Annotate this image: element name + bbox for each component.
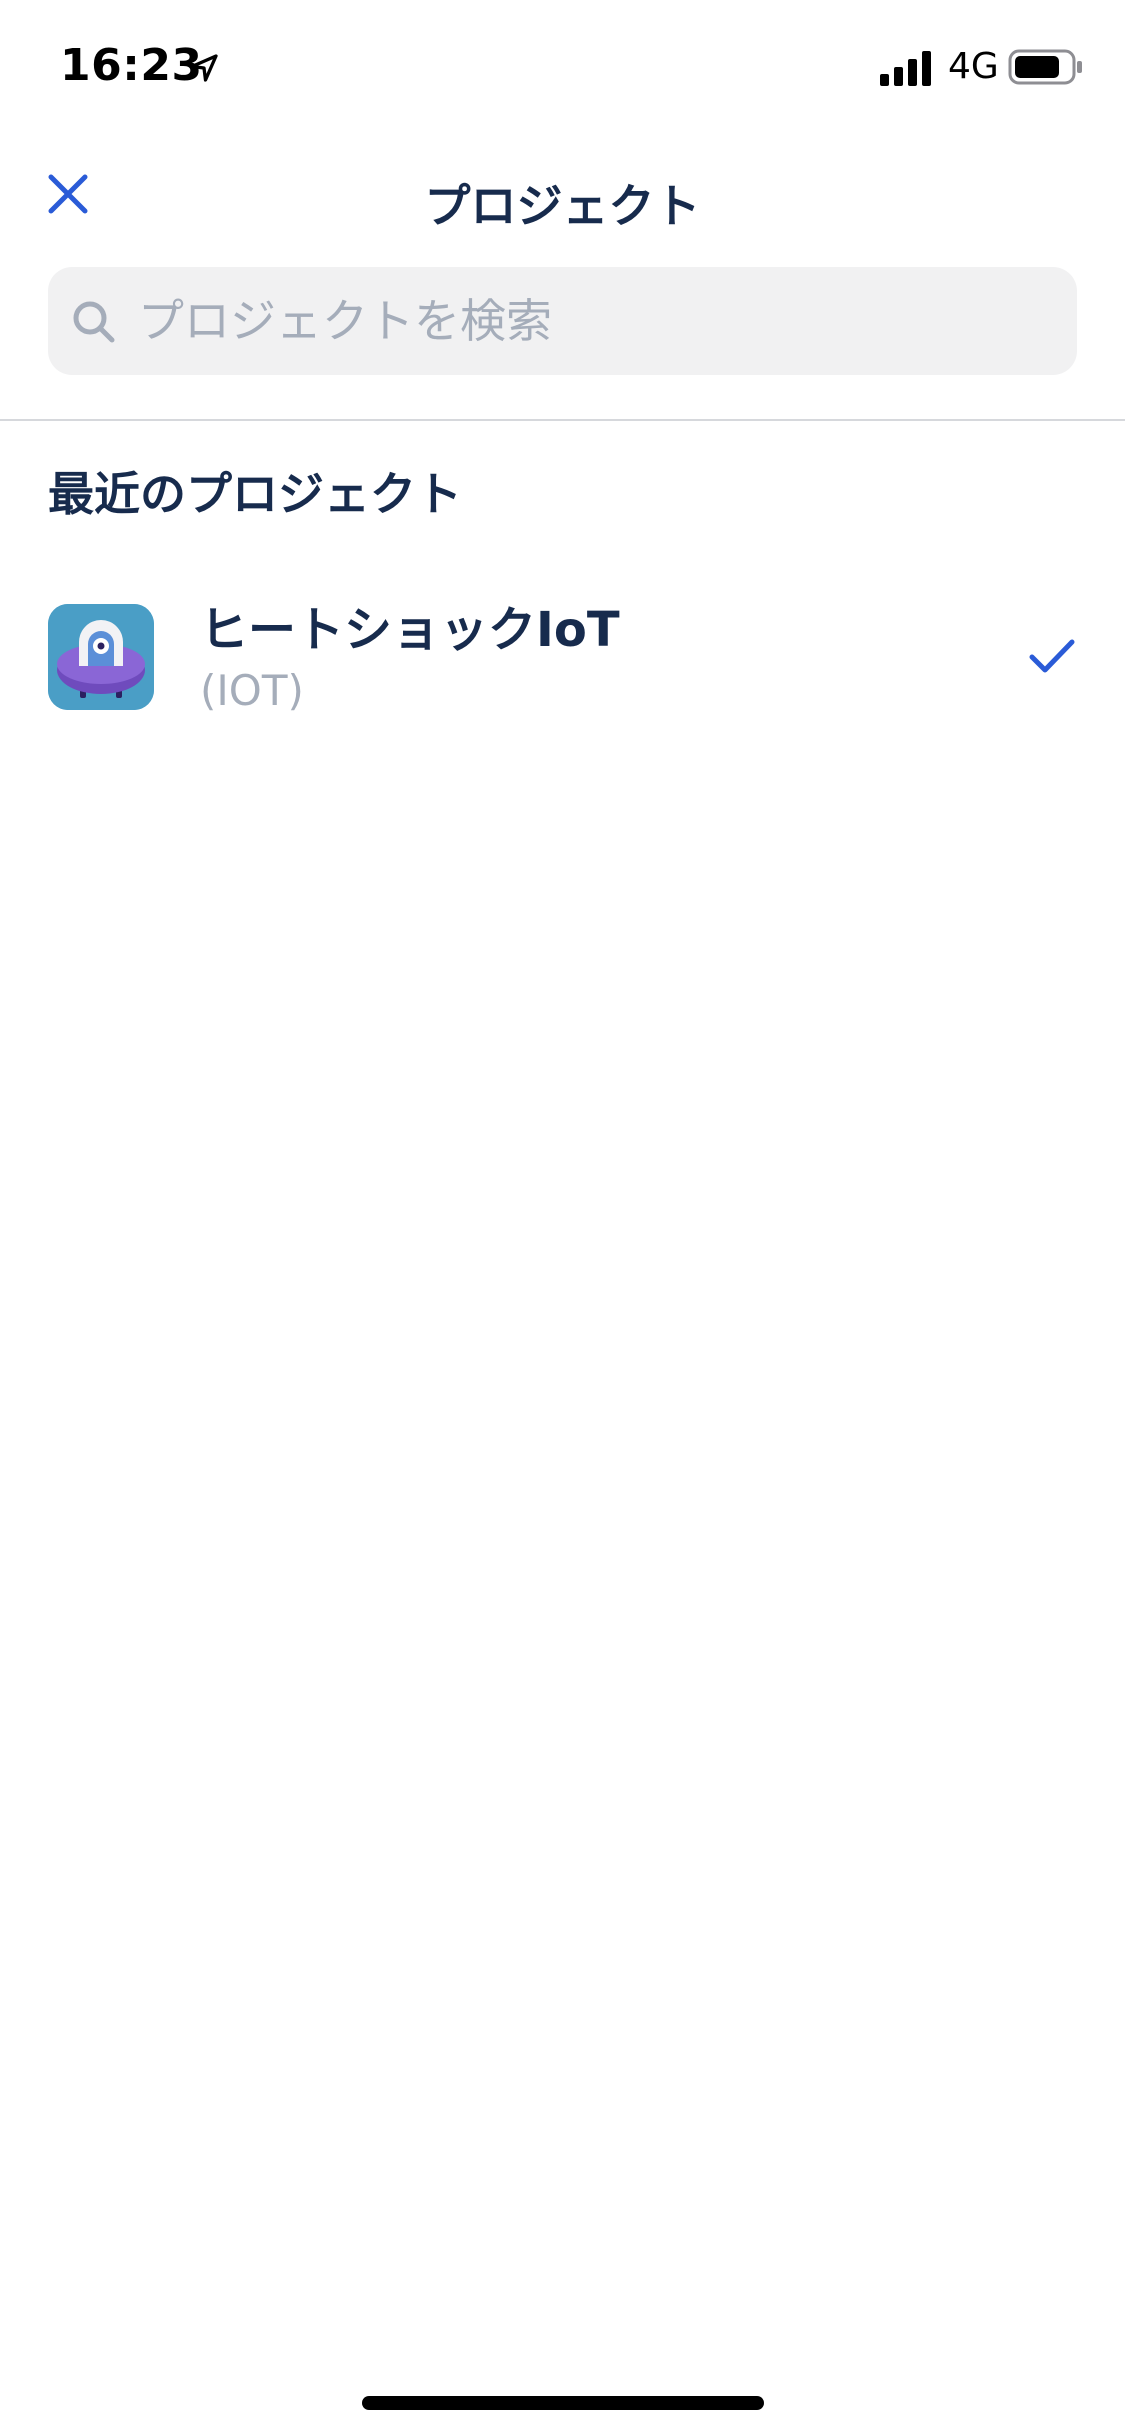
location-arrow-icon — [190, 54, 218, 82]
home-indicator[interactable] — [362, 2396, 764, 2410]
search-input[interactable] — [138, 270, 1058, 372]
checkmark-icon — [1029, 639, 1075, 673]
status-time: 16:23 — [60, 40, 203, 91]
project-avatar — [48, 604, 154, 710]
search-icon — [73, 301, 115, 343]
divider — [0, 419, 1125, 421]
status-bar: 16:23 4G — [0, 0, 1125, 132]
section-title-recent-projects: 最近のプロジェクト — [48, 467, 462, 521]
project-picker-screen: 16:23 4G プロジェクト 最近のプロジェクト — [0, 0, 1125, 2436]
project-list-item[interactable]: ヒートショックIoT (IOT) — [0, 580, 1125, 730]
page-title: プロジェクト — [424, 179, 701, 233]
network-type: 4G — [948, 46, 999, 87]
cellular-signal-icon — [880, 51, 931, 86]
robot-avatar-icon — [48, 604, 154, 710]
battery-icon — [1008, 49, 1082, 85]
project-key: (IOT) — [200, 666, 304, 715]
project-name: ヒートショックIoT — [200, 602, 620, 658]
